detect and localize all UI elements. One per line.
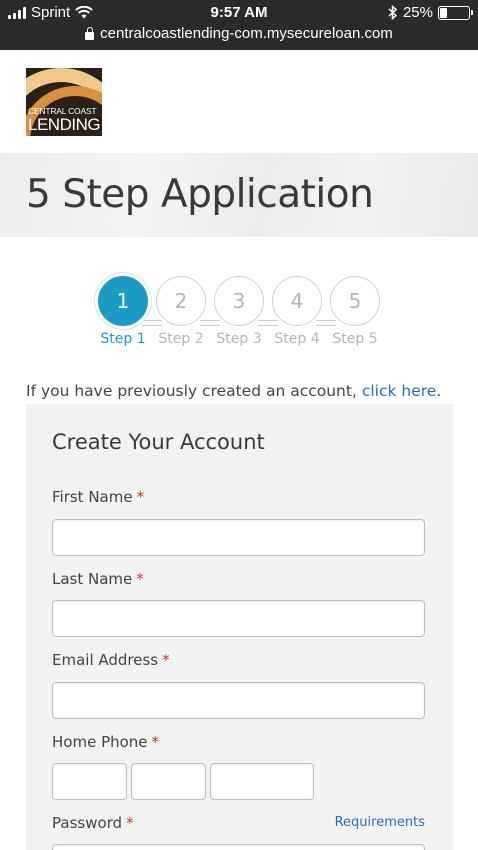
label-text: First Name: [52, 488, 133, 506]
battery-level: [440, 7, 447, 18]
password-label: Password *: [52, 814, 134, 832]
first-name-label: First Name *: [52, 488, 144, 506]
create-account-form: Create Your Account First Name * Last Nam…: [26, 404, 453, 850]
page-title: 5 Step Application: [26, 172, 374, 217]
email-field[interactable]: [52, 682, 425, 719]
step-3[interactable]: 3 Step 3: [214, 276, 264, 347]
last-name-field[interactable]: [52, 600, 425, 637]
logo-text-bottom: LENDING: [28, 115, 101, 134]
required-marker: *: [162, 651, 170, 669]
company-logo[interactable]: CENTRAL COAST LENDING: [26, 68, 102, 136]
required-marker: *: [136, 488, 145, 506]
step-circle: 5: [330, 276, 380, 326]
label-text: Password: [52, 814, 123, 832]
battery-percent: 25%: [402, 4, 433, 21]
password-requirements-link[interactable]: Requirements: [335, 815, 425, 830]
step-circle: 1: [98, 276, 148, 326]
step-2[interactable]: 2 Step 2: [156, 276, 206, 347]
phone-line-number-field[interactable]: [210, 763, 314, 800]
home-phone-label: Home Phone *: [52, 733, 159, 751]
lock-icon: [85, 26, 95, 40]
status-bar: Sprint 9:57 AM 25% centralcoastlending-c…: [0, 0, 478, 50]
step-1[interactable]: 1 Step 1: [98, 276, 148, 347]
url-text: centralcoastlending-com.mysecureloan.com: [100, 25, 393, 42]
password-field[interactable]: [52, 844, 425, 850]
step-5[interactable]: 5 Step 5: [330, 276, 380, 347]
label-text: Home Phone: [52, 733, 148, 751]
step-label: Step 5: [332, 331, 378, 347]
intro-text: If you have previously created an accoun…: [26, 382, 362, 400]
required-marker: *: [136, 570, 144, 588]
first-name-field[interactable]: [52, 519, 425, 556]
battery-icon: [438, 5, 473, 20]
existing-account-text: If you have previously created an accoun…: [26, 382, 441, 400]
step-4[interactable]: 4 Step 4: [272, 276, 322, 347]
step-circle: 4: [272, 276, 322, 326]
phone-prefix-field[interactable]: [131, 763, 206, 800]
step-circle: 2: [156, 276, 206, 326]
step-circle: 3: [214, 276, 264, 326]
form-title: Create Your Account: [52, 430, 265, 454]
required-marker: *: [151, 733, 160, 751]
bluetooth-icon: [388, 5, 398, 20]
last-name-label: Last Name *: [52, 570, 144, 588]
label-text: Email Address: [52, 651, 159, 669]
email-label: Email Address *: [52, 651, 170, 669]
step-progress: 1 Step 1 2 Step 2 3 Step 3 4 Step 4 5 St…: [98, 276, 380, 356]
login-link[interactable]: click here: [362, 382, 437, 400]
phone-area-code-field[interactable]: [52, 763, 127, 800]
required-marker: *: [126, 814, 134, 832]
address-bar[interactable]: centralcoastlending-com.mysecureloan.com: [0, 25, 478, 42]
label-text: Last Name: [52, 570, 133, 588]
intro-suffix: .: [436, 382, 442, 400]
